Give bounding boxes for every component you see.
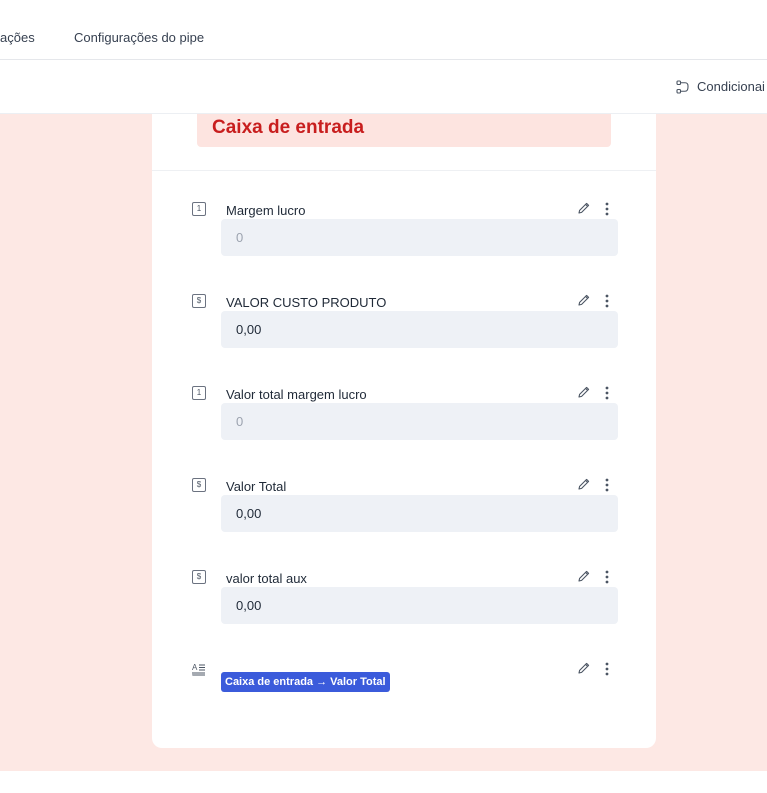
field-value: 0 (236, 230, 244, 245)
field-value: 0 (236, 414, 244, 429)
field-label: valor total aux (226, 571, 307, 586)
field-statement[interactable]: A Caixa de entrada → Valor Total (152, 660, 656, 730)
currency-type-icon: $ (192, 294, 206, 308)
dynamic-field-tag[interactable]: Caixa de entrada → Valor Total (221, 672, 390, 692)
number-type-icon: 1 (192, 202, 206, 216)
field-input[interactable]: 0,00 (221, 311, 618, 348)
field-input[interactable]: 0,00 (221, 587, 618, 624)
svg-text:A: A (192, 663, 198, 672)
branch-icon (676, 79, 689, 94)
pencil-icon[interactable] (577, 293, 591, 307)
tab-automacoes[interactable]: ações (0, 30, 35, 45)
top-nav: ações Configurações do pipe (0, 0, 767, 60)
pencil-icon[interactable] (577, 201, 591, 215)
field-value: 0,00 (236, 598, 262, 613)
toolbar: Condicionai (0, 60, 767, 114)
field-valor-total-aux[interactable]: $ valor total aux 0,00 (152, 568, 656, 638)
more-vertical-icon[interactable] (601, 293, 613, 309)
phase-title: Caixa de entrada (212, 117, 365, 138)
field-valor-total-margem-lucro[interactable]: 1 Valor total margem lucro 0 (152, 384, 656, 454)
currency-type-icon: $ (192, 478, 206, 492)
conditionals-button[interactable]: Condicionai (676, 79, 765, 94)
field-valor-custo-produto[interactable]: $ VALOR CUSTO PRODUTO 0,00 (152, 292, 656, 362)
more-vertical-icon[interactable] (601, 569, 613, 585)
field-value: 0,00 (236, 506, 262, 521)
field-valor-total[interactable]: $ Valor Total 0,00 (152, 476, 656, 546)
pencil-icon[interactable] (577, 477, 591, 491)
more-vertical-icon[interactable] (601, 477, 613, 493)
text-format-icon: A (192, 663, 205, 676)
field-input[interactable]: 0,00 (221, 495, 618, 532)
field-label: Valor total margem lucro (226, 387, 367, 402)
more-vertical-icon[interactable] (601, 661, 613, 677)
field-input[interactable]: 0 (221, 219, 618, 256)
number-type-icon: 1 (192, 386, 206, 400)
field-value: 0,00 (236, 322, 262, 337)
conditionals-label: Condicionai (697, 79, 765, 94)
more-vertical-icon[interactable] (601, 385, 613, 401)
tab-pipe-settings[interactable]: Configurações do pipe (74, 30, 204, 45)
phase-card: Caixa de entrada 1 Margem lucro 0 $ VALO… (152, 114, 656, 748)
field-label: VALOR CUSTO PRODUTO (226, 295, 387, 310)
currency-type-icon: $ (192, 570, 206, 584)
field-margem-lucro[interactable]: 1 Margem lucro 0 (152, 200, 656, 270)
pencil-icon[interactable] (577, 661, 591, 675)
phase-header[interactable]: Caixa de entrada (197, 114, 611, 147)
pencil-icon[interactable] (577, 385, 591, 399)
more-vertical-icon[interactable] (601, 201, 613, 217)
field-input[interactable]: 0 (221, 403, 618, 440)
divider (152, 170, 656, 171)
field-label: Valor Total (226, 479, 287, 494)
pencil-icon[interactable] (577, 569, 591, 583)
field-label: Margem lucro (226, 203, 306, 218)
